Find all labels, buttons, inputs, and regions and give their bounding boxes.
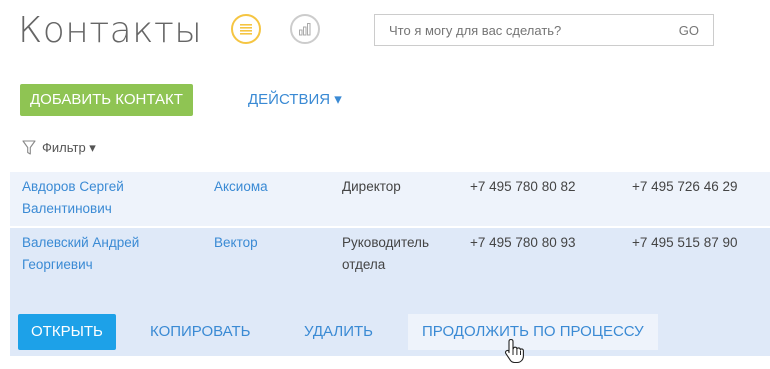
list-icon	[240, 24, 252, 35]
command-search: GO	[374, 14, 714, 46]
add-contact-button[interactable]: ДОБАВИТЬ КОНТАКТ	[20, 84, 193, 116]
contact-account[interactable]: Вектор	[214, 232, 258, 254]
contact-name[interactable]: Авдоров Сергей Валентинович	[22, 176, 202, 220]
filter-label: Фильтр ▾	[42, 140, 96, 155]
actions-menu-button[interactable]: ДЕЙСТВИЯ ▾	[248, 84, 342, 116]
hand-cursor-icon	[504, 338, 526, 369]
chart-icon	[299, 23, 311, 36]
page-title: Контакты	[18, 10, 203, 51]
contact-job-title: Руководитель отдела	[342, 235, 429, 272]
filter-icon	[22, 140, 36, 155]
open-button[interactable]: ОТКРЫТЬ	[18, 314, 116, 350]
contact-phone-2: +7 495 726 46 29	[632, 179, 738, 194]
delete-button[interactable]: УДАЛИТЬ	[304, 314, 373, 350]
contact-account[interactable]: Аксиома	[214, 176, 268, 198]
copy-button[interactable]: КОПИРОВАТЬ	[150, 314, 251, 350]
continue-process-button[interactable]: ПРОДОЛЖИТЬ ПО ПРОЦЕССУ	[408, 314, 658, 350]
contact-job-title: Директор	[342, 179, 401, 194]
search-go-button[interactable]: GO	[679, 23, 699, 38]
chart-view-button[interactable]	[290, 14, 320, 44]
page-header: Контакты GO	[18, 8, 758, 54]
filter-button[interactable]: Фильтр ▾	[22, 138, 96, 158]
table-row[interactable]: Авдоров Сергей Валентинович Аксиома Дире…	[10, 172, 770, 226]
list-view-button[interactable]	[231, 14, 261, 44]
contact-phone-2: +7 495 515 87 90	[632, 235, 738, 250]
contact-phone: +7 495 780 80 82	[470, 179, 576, 194]
contact-phone: +7 495 780 80 93	[470, 235, 576, 250]
contact-name[interactable]: Валевский Андрей Георгиевич	[22, 232, 202, 276]
search-input[interactable]	[387, 21, 621, 39]
